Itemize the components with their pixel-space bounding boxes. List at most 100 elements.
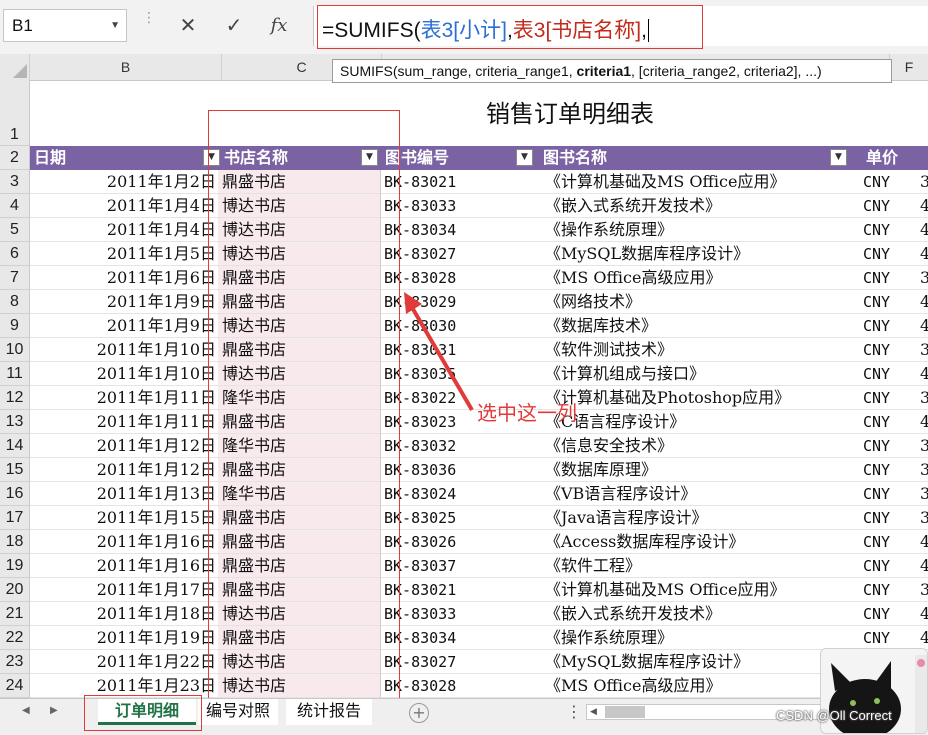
cell-price[interactable]: 4	[920, 410, 928, 434]
header-price[interactable]: 单价	[862, 146, 928, 170]
cell-price[interactable]: 4	[920, 242, 928, 266]
cell-currency[interactable]: CNY	[859, 266, 928, 290]
cell-currency[interactable]: CNY	[859, 626, 928, 650]
cell-currency[interactable]: CNY	[859, 578, 928, 602]
filter-dropdown-icon[interactable]: ▼	[516, 149, 533, 166]
cell-book[interactable]: 《软件测试技术》	[539, 338, 859, 362]
cell-book[interactable]: 《数据库原理》	[539, 458, 859, 482]
cell-currency[interactable]: CNY	[859, 314, 928, 338]
row-header[interactable]: 18	[0, 530, 30, 554]
cell-price[interactable]: 3	[920, 482, 928, 506]
cell-currency[interactable]: CNY	[859, 362, 928, 386]
cell-price[interactable]: 4	[920, 194, 928, 218]
cell-code[interactable]: BK-83027	[381, 650, 539, 674]
cell-date[interactable]: 2011年1月17日	[30, 578, 218, 602]
function-tooltip[interactable]: SUMIFS(sum_range, criteria_range1, crite…	[332, 59, 892, 83]
cell-date[interactable]: 2011年1月18日	[30, 602, 218, 626]
cell-price[interactable]: 4	[920, 554, 928, 578]
cell-book[interactable]: 《计算机基础及MS Office应用》	[539, 578, 859, 602]
cell-code[interactable]: BK-83028	[381, 266, 539, 290]
row-header[interactable]: 20	[0, 578, 30, 602]
cell-price[interactable]: 3	[920, 458, 928, 482]
row-header[interactable]: 17	[0, 506, 30, 530]
cell-book[interactable]: 《MS Office高级应用》	[539, 266, 859, 290]
row-header[interactable]: 11	[0, 362, 30, 386]
cell-book[interactable]: 《软件工程》	[539, 554, 859, 578]
tab-stats-report[interactable]: 统计报告	[286, 699, 372, 725]
cell-code[interactable]: BK-83025	[381, 506, 539, 530]
cell-date[interactable]: 2011年1月5日	[30, 242, 218, 266]
cell-price[interactable]: 4	[920, 530, 928, 554]
row-header[interactable]: 7	[0, 266, 30, 290]
cell-book[interactable]: 《C语言程序设计》	[539, 410, 859, 434]
cell-price[interactable]: 3	[920, 266, 928, 290]
column-header-f[interactable]: F	[890, 54, 928, 80]
row-header[interactable]: 14	[0, 434, 30, 458]
row-header[interactable]: 24	[0, 674, 30, 698]
cell-code[interactable]: BK-83034	[381, 218, 539, 242]
check-icon[interactable]: ✓	[214, 9, 254, 42]
scroll-right-icon[interactable]: ▶	[50, 705, 58, 716]
cell-date[interactable]: 2011年1月2日	[30, 170, 218, 194]
name-box[interactable]: B1 ▼	[3, 9, 127, 42]
cell-book[interactable]: 《Java语言程序设计》	[539, 506, 859, 530]
cell-price[interactable]: 4	[920, 602, 928, 626]
row-header[interactable]: 9	[0, 314, 30, 338]
cell-book[interactable]: 《网络技术》	[539, 290, 859, 314]
cell-date[interactable]: 2011年1月6日	[30, 266, 218, 290]
cell-book[interactable]: 《计算机基础及Photoshop应用》	[539, 386, 859, 410]
cell-price[interactable]: 4	[920, 362, 928, 386]
cell-date[interactable]: 2011年1月16日	[30, 554, 218, 578]
cell-book[interactable]: 《嵌入式系统开发技术》	[539, 602, 859, 626]
cell-currency[interactable]: CNY	[859, 338, 928, 362]
row-header[interactable]: 3	[0, 170, 30, 194]
row-header[interactable]: 12	[0, 386, 30, 410]
cell-currency[interactable]: CNY	[859, 530, 928, 554]
add-sheet-icon[interactable]: +	[409, 703, 429, 723]
cell-book[interactable]: 《计算机组成与接口》	[539, 362, 859, 386]
cell-date[interactable]: 2011年1月10日	[30, 338, 218, 362]
row-header[interactable]: 15	[0, 458, 30, 482]
cell-price[interactable]: 3	[920, 434, 928, 458]
cell-currency[interactable]: CNY	[859, 554, 928, 578]
cell-price[interactable]: 4	[920, 290, 928, 314]
cell-book[interactable]: 《Access数据库程序设计》	[539, 530, 859, 554]
row-header[interactable]: 21	[0, 602, 30, 626]
row-header[interactable]: 16	[0, 482, 30, 506]
cell-code[interactable]: BK-83026	[381, 530, 539, 554]
cell-currency[interactable]: CNY	[859, 506, 928, 530]
cell-date[interactable]: 2011年1月16日	[30, 530, 218, 554]
cell-price[interactable]: 4	[920, 314, 928, 338]
row-header[interactable]: 5	[0, 218, 30, 242]
more-options-icon[interactable]: ⋮	[566, 702, 582, 721]
cell-price[interactable]: 4	[920, 626, 928, 650]
cell-date[interactable]: 2011年1月22日	[30, 650, 218, 674]
row-header[interactable]: 2	[0, 146, 30, 170]
cell-code[interactable]: BK-83027	[381, 242, 539, 266]
cell-date[interactable]: 2011年1月11日	[30, 386, 218, 410]
row-header[interactable]: 1	[0, 80, 30, 146]
row-header[interactable]: 4	[0, 194, 30, 218]
cell-date[interactable]: 2011年1月12日	[30, 434, 218, 458]
cell-date[interactable]: 2011年1月19日	[30, 626, 218, 650]
insert-function-button[interactable]: fx	[259, 9, 299, 42]
cell-date[interactable]: 2011年1月4日	[30, 218, 218, 242]
cell-currency[interactable]: CNY	[859, 602, 928, 626]
cell-currency[interactable]: CNY	[859, 218, 928, 242]
column-header-b[interactable]: B	[30, 54, 222, 80]
row-header[interactable]: 22	[0, 626, 30, 650]
scroll-left-arrow-icon[interactable]: ◀	[590, 705, 597, 719]
cell-currency[interactable]: CNY	[859, 386, 928, 410]
cell-code[interactable]: BK-83037	[381, 554, 539, 578]
cell-date[interactable]: 2011年1月15日	[30, 506, 218, 530]
cell-code[interactable]: BK-83033	[381, 194, 539, 218]
cell-book[interactable]: 《数据库技术》	[539, 314, 859, 338]
cell-date[interactable]: 2011年1月9日	[30, 314, 218, 338]
row-header[interactable]: 8	[0, 290, 30, 314]
cell-price[interactable]: 3	[920, 506, 928, 530]
cell-price[interactable]: 3	[920, 578, 928, 602]
cell-currency[interactable]: CNY	[859, 194, 928, 218]
cell-code[interactable]: BK-83021	[381, 170, 539, 194]
chevron-down-icon[interactable]: ▼	[110, 10, 120, 41]
cell-date[interactable]: 2011年1月12日	[30, 458, 218, 482]
